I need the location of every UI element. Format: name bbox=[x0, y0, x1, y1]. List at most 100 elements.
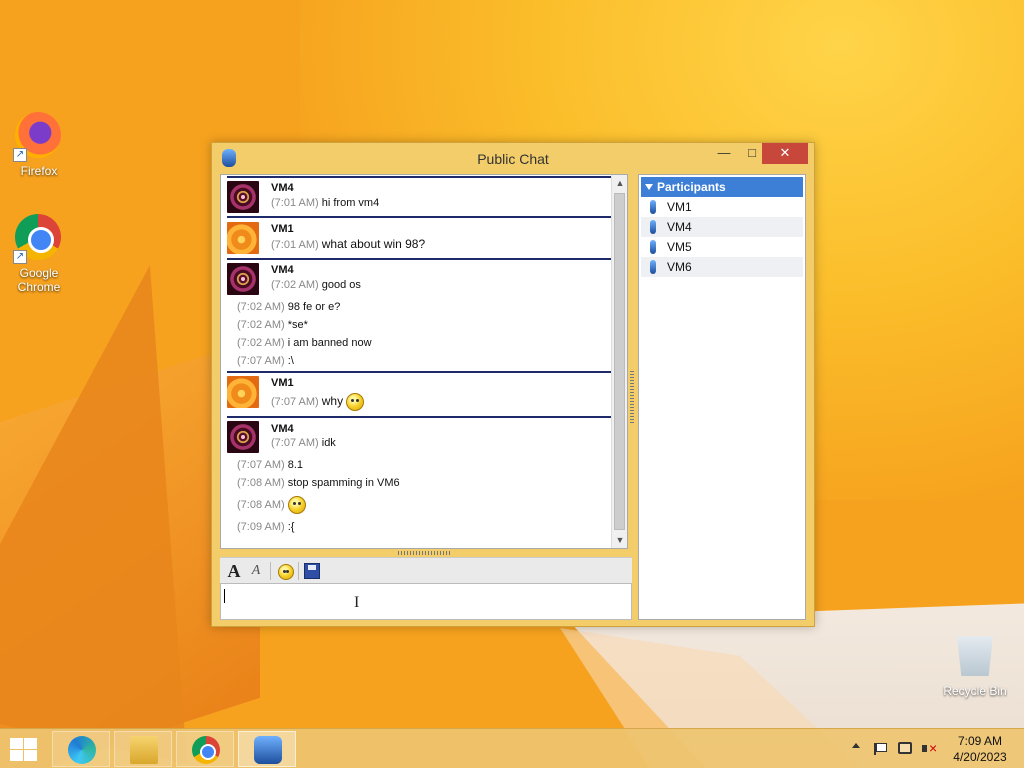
message-text: 8.1 bbox=[287, 459, 304, 471]
avatar bbox=[227, 222, 259, 254]
message-group: VM1 (7:01 AM) what about win 98? bbox=[221, 218, 627, 258]
desktop-icon-chrome[interactable]: ↗ Google Chrome bbox=[1, 214, 77, 294]
scrollbar-thumb[interactable] bbox=[614, 193, 625, 530]
recycle-bin-icon bbox=[957, 636, 993, 676]
desktop-icon-recycle-bin[interactable]: Recycle Bin bbox=[937, 632, 1013, 698]
message-group: VM4 (7:07 AM) idk (7:07 AM) 8.1 (7:08 AM… bbox=[221, 418, 627, 548]
message-timestamp: (7:02 AM) bbox=[271, 279, 319, 291]
message-line: (7:02 AM) good os bbox=[271, 279, 361, 291]
message-input[interactable]: I bbox=[220, 583, 632, 620]
participant-name: VM5 bbox=[667, 240, 692, 254]
taskbar-chrome[interactable] bbox=[176, 731, 234, 767]
user-icon bbox=[650, 220, 656, 234]
taskbar-edge[interactable] bbox=[52, 731, 110, 767]
shortcut-arrow-icon: ↗ bbox=[13, 250, 27, 264]
public-chat-window: Public Chat — □ ✕ VM4 (7:01 AM) hi from … bbox=[211, 142, 815, 627]
text-style-button[interactable]: A bbox=[246, 561, 266, 581]
smiley-icon bbox=[278, 563, 294, 580]
message-timestamp: (7:02 AM) bbox=[237, 319, 285, 331]
participants-header[interactable]: Participants bbox=[641, 177, 803, 197]
message-text: *se* bbox=[287, 319, 308, 331]
message-sender: VM4 bbox=[271, 423, 294, 435]
font-button[interactable]: A bbox=[224, 561, 244, 581]
message-timestamp: (7:07 AM) bbox=[271, 437, 319, 449]
confused-emoji-icon bbox=[346, 393, 365, 411]
message-timestamp: (7:09 AM) bbox=[237, 521, 285, 533]
file-explorer-icon bbox=[130, 736, 158, 764]
message-text: :\ bbox=[287, 355, 294, 367]
horizontal-splitter-handle[interactable] bbox=[398, 551, 452, 555]
avatar bbox=[227, 421, 259, 453]
avatar bbox=[227, 181, 259, 213]
taskbar: 7:09 AM 4/20/2023 bbox=[0, 728, 1024, 768]
message-line: (7:07 AM) why bbox=[271, 393, 365, 411]
message-text: i am banned now bbox=[287, 337, 372, 349]
chrome-icon bbox=[192, 736, 220, 764]
clock-date: 4/20/2023 bbox=[953, 750, 1007, 764]
message-timestamp: (7:02 AM) bbox=[237, 337, 285, 349]
message-line: (7:02 AM) i am banned now bbox=[237, 337, 372, 349]
format-toolbar: A A bbox=[220, 557, 632, 583]
message-line: (7:08 AM) bbox=[237, 496, 306, 514]
message-line: (7:02 AM) *se* bbox=[237, 319, 308, 331]
scroll-up-icon[interactable]: ▲ bbox=[612, 175, 627, 191]
message-timestamp: (7:02 AM) bbox=[237, 301, 285, 313]
message-text: good os bbox=[321, 279, 361, 291]
taskbar-chat-app[interactable] bbox=[238, 731, 296, 767]
message-line: (7:01 AM) hi from vm4 bbox=[271, 197, 379, 209]
user-icon bbox=[650, 240, 656, 254]
clock[interactable]: 7:09 AM 4/20/2023 bbox=[950, 733, 1010, 765]
participant-item[interactable]: VM4 bbox=[641, 217, 803, 237]
message-text: stop spamming in VM6 bbox=[287, 477, 400, 489]
message-text: what about win 98? bbox=[321, 237, 426, 251]
show-hidden-icons-chevron-icon[interactable] bbox=[852, 743, 860, 748]
avatar bbox=[227, 263, 259, 295]
participant-name: VM6 bbox=[667, 260, 692, 274]
message-timestamp: (7:07 AM) bbox=[237, 459, 285, 471]
network-icon[interactable] bbox=[898, 742, 912, 754]
message-sender: VM1 bbox=[271, 377, 294, 389]
message-timestamp: (7:08 AM) bbox=[237, 498, 285, 511]
message-timestamp: (7:01 AM) bbox=[271, 197, 319, 209]
message-line: (7:02 AM) 98 fe or e? bbox=[237, 301, 340, 313]
action-center-flag-icon[interactable] bbox=[874, 743, 887, 755]
message-line: (7:09 AM) :{ bbox=[237, 521, 294, 533]
participant-item[interactable]: VM5 bbox=[641, 237, 803, 257]
emoticon-button[interactable] bbox=[276, 562, 296, 582]
message-text: 98 fe or e? bbox=[287, 301, 341, 313]
volume-muted-icon[interactable] bbox=[922, 740, 937, 756]
text-caret bbox=[224, 589, 225, 603]
participants-header-label: Participants bbox=[657, 180, 726, 194]
message-group: VM4 (7:02 AM) good os (7:02 AM) 98 fe or… bbox=[221, 260, 627, 371]
clock-time: 7:09 AM bbox=[957, 734, 1003, 748]
participant-name: VM1 bbox=[667, 200, 692, 214]
title-bar[interactable]: Public Chat — □ ✕ bbox=[212, 143, 814, 173]
close-button[interactable]: ✕ bbox=[762, 143, 808, 164]
toolbar-divider bbox=[298, 562, 299, 580]
minimize-button[interactable]: — bbox=[710, 143, 738, 164]
desktop-icon-firefox[interactable]: ↗ Firefox bbox=[1, 112, 77, 178]
message-timestamp: (7:01 AM) bbox=[271, 239, 319, 251]
message-sender: VM1 bbox=[271, 223, 294, 235]
message-text: hi from vm4 bbox=[321, 197, 380, 209]
chat-app-icon bbox=[254, 736, 282, 764]
message-scrollbar[interactable]: ▲ ▼ bbox=[611, 175, 627, 548]
participant-name: VM4 bbox=[667, 220, 692, 234]
message-line: (7:07 AM) 8.1 bbox=[237, 459, 303, 471]
participant-item[interactable]: VM1 bbox=[641, 197, 803, 217]
toolbar-divider bbox=[270, 562, 271, 580]
user-icon bbox=[650, 260, 656, 274]
sad-emoji-icon bbox=[287, 496, 306, 514]
start-button[interactable] bbox=[8, 737, 38, 761]
participants-panel: Participants VM1 VM4 VM5 VM6 bbox=[638, 174, 806, 620]
desktop-icon-label: Firefox bbox=[20, 164, 58, 178]
shortcut-arrow-icon: ↗ bbox=[13, 148, 27, 162]
save-button[interactable] bbox=[304, 563, 320, 579]
participant-item[interactable]: VM6 bbox=[641, 257, 803, 277]
avatar bbox=[227, 376, 259, 408]
taskbar-file-explorer[interactable] bbox=[114, 731, 172, 767]
message-group: VM4 (7:01 AM) hi from vm4 bbox=[221, 178, 627, 216]
scroll-down-icon[interactable]: ▼ bbox=[612, 532, 627, 548]
vertical-splitter-handle[interactable] bbox=[630, 371, 634, 423]
message-history[interactable]: VM4 (7:01 AM) hi from vm4 VM1 (7:01 AM) … bbox=[220, 174, 628, 549]
